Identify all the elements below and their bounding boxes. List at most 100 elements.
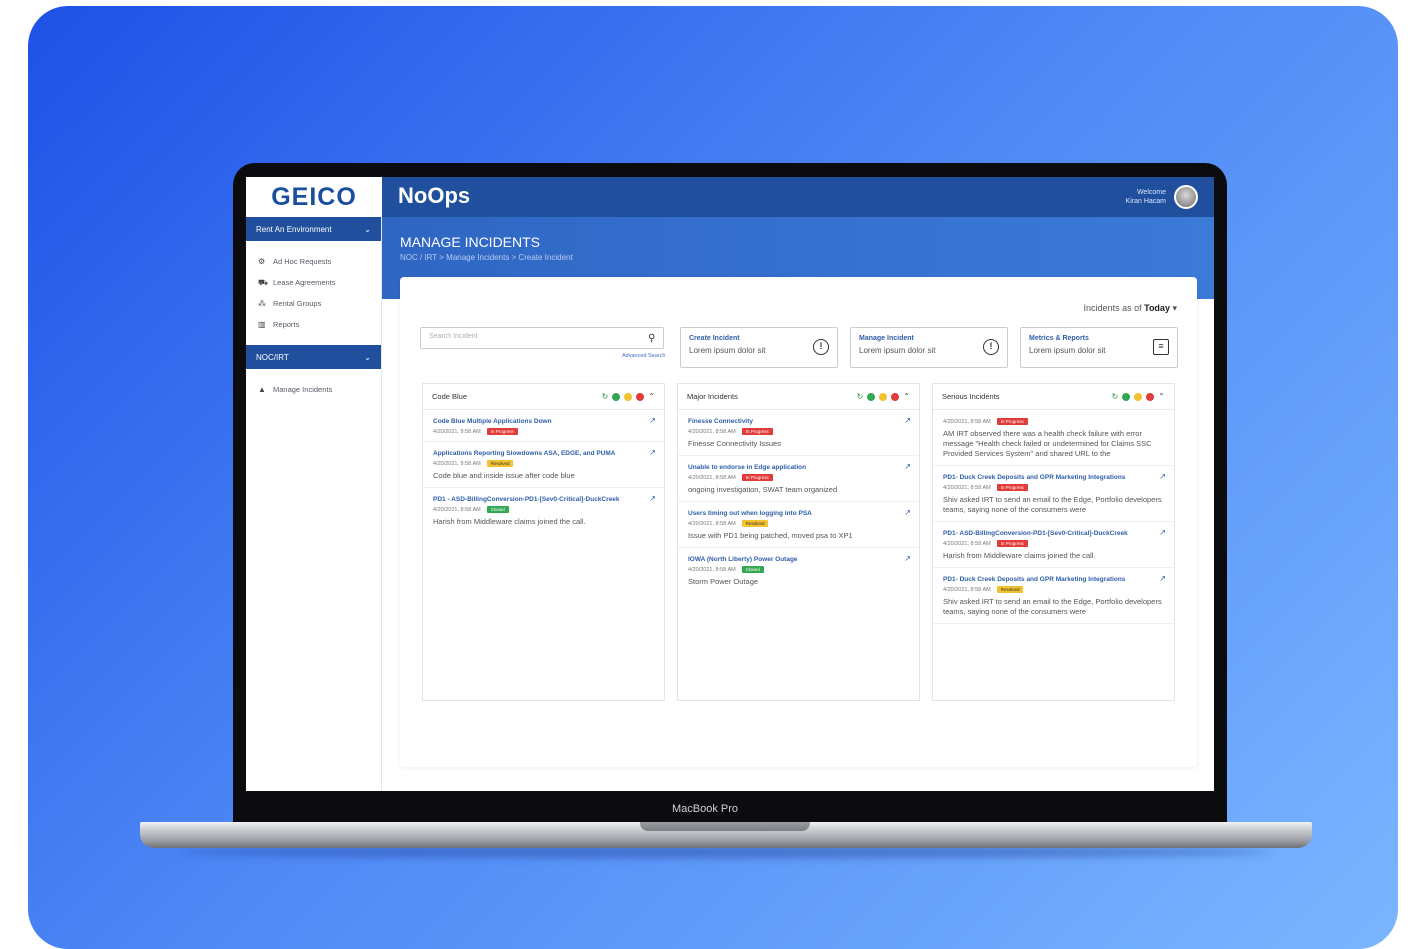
metrics-reports-card[interactable]: Metrics & Reports Lorem ipsum dolor sit …: [1020, 327, 1178, 368]
incident-timestamp: 4/20/2021, 8:58 AM: [943, 540, 991, 547]
incident-timestamp: 4/20/2021, 8:58 AM: [688, 566, 736, 573]
yellow-filter-dot[interactable]: [624, 392, 633, 401]
incident-title[interactable]: PD1 - ASD-BillingConversion-PD1-[Sev0-Cr…: [433, 496, 654, 503]
yellow-filter-dot[interactable]: [879, 392, 888, 401]
sidebar-item-manage-incidents[interactable]: ▲ Manage Incidents: [246, 379, 381, 400]
incident-title[interactable]: IOWA (North Liberty) Power Outage: [688, 556, 909, 563]
app-name: NoOps: [398, 183, 471, 208]
caret-down-icon: ▾: [1172, 303, 1177, 313]
column-title: Code Blue: [432, 392, 468, 401]
card-title: Create Incident: [689, 335, 740, 342]
sidebar-item-rental-groups[interactable]: ⁂ Rental Groups: [246, 293, 381, 314]
main-panel: Incidents as of Today ▾ Search Incident …: [400, 277, 1197, 767]
logo-container: GEICO: [246, 177, 382, 217]
incident-timestamp: 4/20/2021, 8:58 AM: [688, 520, 736, 527]
external-link-icon[interactable]: ↗: [649, 416, 656, 425]
alert-icon: !: [983, 339, 999, 355]
incident-item[interactable]: IOWA (North Liberty) Power Outage 4/20/2…: [678, 548, 919, 593]
incident-title[interactable]: Applications Reporting Slowdowns ASA, ED…: [433, 450, 654, 457]
incident-meta: 4/20/2021, 8:58 AM Closed: [433, 506, 654, 513]
incident-meta: 4/20/2021, 8:58 AM In Progress: [943, 484, 1164, 491]
welcome-label: Welcome: [1136, 189, 1166, 196]
green-filter-dot[interactable]: [867, 392, 876, 401]
incident-title[interactable]: Code Blue Multiple Applications Down: [433, 418, 654, 425]
incident-desc: Storm Power Outage: [688, 577, 759, 586]
incident-item[interactable]: PD1- Duck Creek Deposits and GPR Marketi…: [933, 568, 1174, 624]
red-filter-dot[interactable]: [891, 392, 900, 401]
external-link-icon[interactable]: ↗: [1159, 472, 1166, 481]
status-badge: In Progress: [996, 418, 1028, 425]
refresh-icon[interactable]: ↻: [602, 392, 609, 401]
external-link-icon[interactable]: ↗: [904, 416, 911, 425]
card-desc: Lorem ipsum dolor sit: [689, 346, 766, 355]
external-link-icon[interactable]: ↗: [904, 554, 911, 563]
incident-title[interactable]: Unable to endorse in Edge application: [688, 464, 909, 471]
chevron-up-icon[interactable]: ⌃: [1158, 392, 1165, 401]
advanced-search-link[interactable]: Advanced Search: [622, 353, 665, 359]
incident-item[interactable]: Finesse Connectivity 4/20/2021, 8:58 AM …: [678, 410, 919, 456]
yellow-filter-dot[interactable]: [1134, 392, 1143, 401]
incident-title[interactable]: Finesse Connectivity: [688, 418, 909, 425]
gear-icon: ⚙: [258, 256, 266, 266]
external-link-icon[interactable]: ↗: [904, 508, 911, 517]
sidebar-item-lease[interactable]: ⛟ Lease Agreements: [246, 272, 381, 293]
avatar[interactable]: [1174, 185, 1198, 209]
sidebar-item-ad-hoc[interactable]: ⚙ Ad Hoc Requests: [246, 251, 381, 272]
red-filter-dot[interactable]: [1146, 392, 1155, 401]
incident-item[interactable]: 4/20/2021, 8:58 AM In Progress AM IRT ob…: [933, 410, 1174, 466]
incident-title[interactable]: PD1- Duck Creek Deposits and GPR Marketi…: [943, 576, 1164, 583]
chevron-up-icon[interactable]: ⌃: [648, 392, 655, 401]
sidebar-item-label: Ad Hoc Requests: [273, 257, 332, 266]
incident-desc: ongoing investigation, SWAT team organiz…: [688, 485, 838, 494]
manage-incident-card[interactable]: Manage Incident Lorem ipsum dolor sit !: [850, 327, 1008, 368]
breadcrumb[interactable]: NOC / IRT > Manage Incidents > Create In…: [400, 253, 573, 262]
incident-meta: 4/20/2021, 8:58 AM Closed: [688, 566, 909, 573]
incident-item[interactable]: PD1 - ASD-BillingConversion-PD1-[Sev0-Cr…: [423, 488, 664, 533]
sidebar-section-noc[interactable]: NOC/IRT ⌄: [246, 345, 381, 369]
device-label: MacBook Pro: [671, 803, 739, 815]
status-badge: Resolved: [741, 520, 769, 527]
green-filter-dot[interactable]: [1122, 392, 1131, 401]
as-of-label: Incidents as of: [1083, 303, 1142, 313]
document-icon: ≡: [1153, 339, 1169, 355]
status-badge: In Progress: [741, 474, 773, 481]
green-filter-dot[interactable]: [612, 392, 621, 401]
external-link-icon[interactable]: ↗: [904, 462, 911, 471]
incident-title[interactable]: PD1- Duck Creek Deposits and GPR Marketi…: [943, 474, 1164, 481]
external-link-icon[interactable]: ↗: [649, 448, 656, 457]
incident-title[interactable]: Users timing out when logging into PSA: [688, 510, 909, 517]
incident-column-code-blue: Code Blue ↻ ⌃ Code Blue Multiple Applica…: [422, 383, 665, 701]
incident-item[interactable]: Unable to endorse in Edge application 4/…: [678, 456, 919, 502]
status-filters: ↻ ⌃: [857, 392, 910, 401]
top-bar: GEICO NoOps Welcome Kiran Hacam: [246, 177, 1214, 217]
welcome-block: Welcome Kiran Hacam: [1126, 188, 1166, 206]
refresh-icon[interactable]: ↻: [857, 392, 864, 401]
external-link-icon[interactable]: ↗: [649, 494, 656, 503]
incident-item[interactable]: Applications Reporting Slowdowns ASA, ED…: [423, 442, 664, 488]
search-icon[interactable]: ⚲: [648, 333, 655, 344]
incident-meta: 4/20/2021, 8:58 AM Resolved: [433, 460, 654, 467]
incident-item[interactable]: PD1- ASD-BillingConversion-PD1-[Sev0-Cri…: [933, 522, 1174, 568]
incident-item[interactable]: PD1- Duck Creek Deposits and GPR Marketi…: [933, 466, 1174, 522]
external-link-icon[interactable]: ↗: [1159, 528, 1166, 537]
incidents-as-of[interactable]: Incidents as of Today ▾: [1084, 303, 1177, 314]
chevron-up-icon[interactable]: ⌃: [903, 392, 910, 401]
incident-column-serious: Serious Incidents ↻ ⌃ 4/20/2021, 8:58 AM…: [932, 383, 1175, 701]
red-filter-dot[interactable]: [636, 392, 645, 401]
incident-item[interactable]: Users timing out when logging into PSA 4…: [678, 502, 919, 548]
incident-title[interactable]: PD1- ASD-BillingConversion-PD1-[Sev0-Cri…: [943, 530, 1164, 537]
refresh-icon[interactable]: ↻: [1112, 392, 1119, 401]
external-link-icon[interactable]: ↗: [1159, 574, 1166, 583]
warning-icon: ▲: [258, 384, 266, 394]
sidebar-section-rent[interactable]: Rent An Environment ⌄: [246, 217, 381, 241]
incident-desc: Shiv asked IRT to send an email to the E…: [943, 597, 1162, 616]
user-name: Kiran Hacam: [1125, 198, 1166, 205]
sidebar-item-reports[interactable]: ▥ Reports: [246, 314, 381, 335]
chart-icon: ▥: [258, 319, 266, 329]
incident-meta: 4/20/2021, 8:58 AM Resolved: [943, 586, 1164, 593]
search-input[interactable]: Search Incident: [420, 327, 664, 349]
create-incident-card[interactable]: Create Incident Lorem ipsum dolor sit !: [680, 327, 838, 368]
column-title: Serious Incidents: [942, 392, 1000, 401]
sidebar-item-label: Lease Agreements: [273, 278, 336, 287]
incident-item[interactable]: Code Blue Multiple Applications Down 4/2…: [423, 410, 664, 442]
